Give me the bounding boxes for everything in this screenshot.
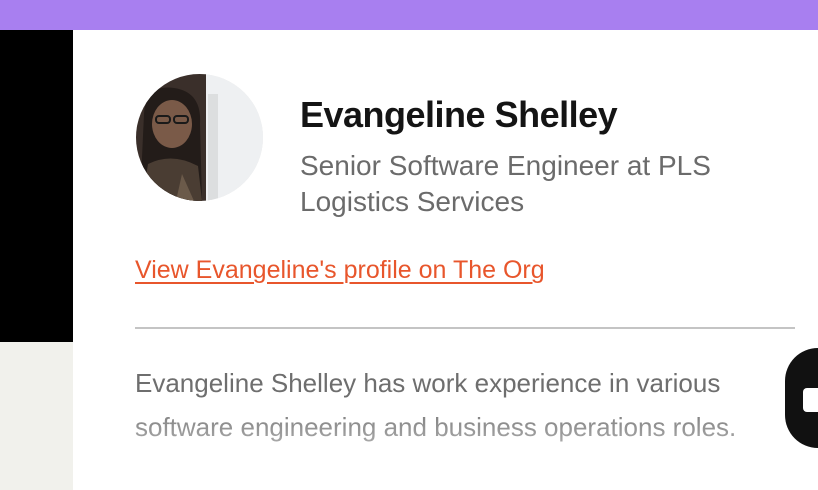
divider xyxy=(135,327,795,329)
profile-card: Evangeline Shelley Senior Software Engin… xyxy=(73,30,818,490)
profile-name: Evangeline Shelley xyxy=(300,94,618,135)
left-sidebar-footer xyxy=(0,342,73,490)
top-accent-bar xyxy=(0,0,818,30)
chat-icon xyxy=(803,388,818,412)
view-profile-link[interactable]: View Evangeline's profile on The Org xyxy=(135,256,545,285)
left-sidebar-panel xyxy=(0,30,73,342)
avatar[interactable] xyxy=(136,74,263,201)
profile-photo-icon xyxy=(136,74,263,201)
profile-bio: Evangeline Shelley has work experience i… xyxy=(135,368,737,442)
profile-job-title: Senior Software Engineer at PLS Logistic… xyxy=(300,150,711,217)
chat-button[interactable] xyxy=(785,348,818,448)
